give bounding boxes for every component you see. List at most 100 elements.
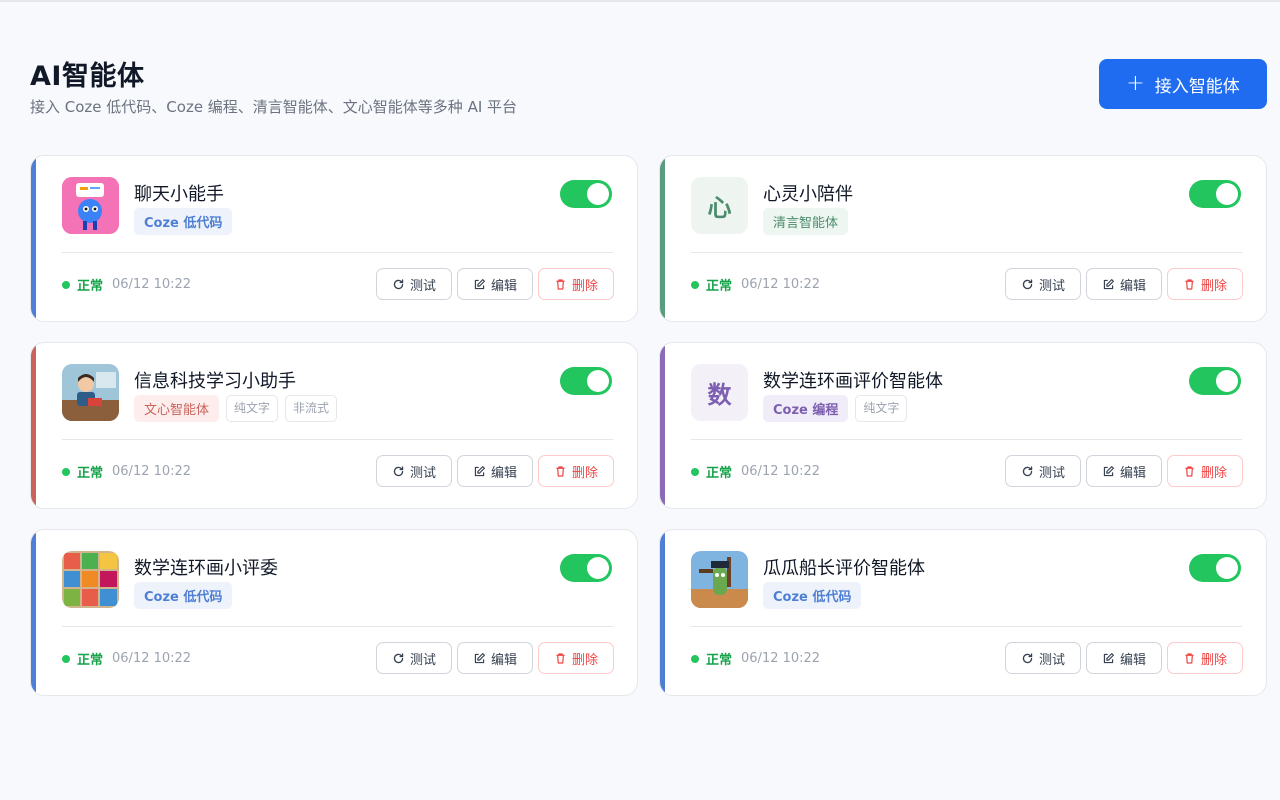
refresh-icon xyxy=(1022,278,1033,289)
status-time: 06/12 10:22 xyxy=(741,651,821,666)
card-accent-stripe xyxy=(660,343,665,508)
delete-button[interactable]: 删除 xyxy=(538,455,614,487)
refresh-icon xyxy=(1022,652,1033,663)
delete-button[interactable]: 删除 xyxy=(538,268,614,300)
platform-tag: 清言智能体 xyxy=(763,208,849,235)
agent-card: 瓜瓜船长评价智能体 Coze 低代码 正常 06/12 10:22 测试 编辑 xyxy=(659,529,1267,696)
platform-tag: Coze 低代码 xyxy=(134,582,233,609)
edit-button[interactable]: 编辑 xyxy=(457,642,533,674)
delete-button[interactable]: 删除 xyxy=(1167,268,1243,300)
delete-button[interactable]: 删除 xyxy=(538,642,614,674)
refresh-icon xyxy=(393,278,404,289)
agent-status: 正常 06/12 10:22 xyxy=(62,275,191,294)
test-button[interactable]: 测试 xyxy=(376,455,452,487)
card-divider xyxy=(691,252,1242,253)
toggle-knob xyxy=(1216,183,1238,205)
edit-button[interactable]: 编辑 xyxy=(457,268,533,300)
trash-icon xyxy=(556,278,565,290)
card-accent-stripe xyxy=(31,530,36,695)
card-actions: 测试 编辑 删除 xyxy=(376,268,614,300)
edit-button[interactable]: 编辑 xyxy=(1086,642,1162,674)
edit-label: 编辑 xyxy=(1119,465,1146,481)
status-text: 正常 xyxy=(77,653,104,668)
agent-enable-toggle[interactable] xyxy=(560,554,612,582)
test-label: 测试 xyxy=(409,465,436,481)
toggle-knob xyxy=(1216,370,1238,392)
toggle-knob xyxy=(587,370,609,392)
agent-name: 信息科技学习小助手 xyxy=(134,371,296,392)
agent-status: 正常 06/12 10:22 xyxy=(62,649,191,668)
delete-label: 删除 xyxy=(571,278,598,294)
agent-tags: Coze 低代码 xyxy=(134,208,233,235)
edit-button[interactable]: 编辑 xyxy=(1086,268,1162,300)
edit-icon xyxy=(1103,652,1114,663)
card-divider xyxy=(62,252,613,253)
status-time: 06/12 10:22 xyxy=(112,464,192,479)
status-time: 06/12 10:22 xyxy=(741,464,821,479)
test-button[interactable]: 测试 xyxy=(376,268,452,300)
test-button[interactable]: 测试 xyxy=(1005,642,1081,674)
agent-tags: 清言智能体 xyxy=(763,208,849,235)
card-divider xyxy=(691,626,1242,627)
agent-enable-toggle[interactable] xyxy=(1189,554,1241,582)
status-text: 正常 xyxy=(706,279,733,294)
delete-button[interactable]: 删除 xyxy=(1167,455,1243,487)
edit-label: 编辑 xyxy=(490,465,517,481)
page-title: AI智能体 xyxy=(30,61,145,92)
card-divider xyxy=(62,439,613,440)
delete-label: 删除 xyxy=(1200,278,1227,294)
trash-icon xyxy=(556,652,565,664)
status-dot-icon xyxy=(62,654,70,663)
agent-enable-toggle[interactable] xyxy=(1189,180,1241,208)
status-text: 正常 xyxy=(706,653,733,668)
platform-tag: Coze 编程 xyxy=(763,395,849,422)
test-label: 测试 xyxy=(1038,652,1065,668)
agent-avatar: 心 xyxy=(691,177,748,234)
refresh-icon xyxy=(393,652,404,663)
agent-enable-toggle[interactable] xyxy=(1189,367,1241,395)
content-type-tag: 纯文字 xyxy=(855,395,908,422)
agent-name: 瓜瓜船长评价智能体 xyxy=(763,558,925,579)
agent-card: 数学连环画小评委 Coze 低代码 正常 06/12 10:22 测试 编辑 删… xyxy=(30,529,638,696)
delete-button[interactable]: 删除 xyxy=(1167,642,1243,674)
edit-icon xyxy=(1103,278,1114,289)
test-button[interactable]: 测试 xyxy=(1005,455,1081,487)
toggle-knob xyxy=(587,183,609,205)
agent-card: 聊天小能手 Coze 低代码 正常 06/12 10:22 测试 编辑 删除 xyxy=(30,155,638,322)
test-button[interactable]: 测试 xyxy=(376,642,452,674)
delete-label: 删除 xyxy=(1200,652,1227,668)
refresh-icon xyxy=(1022,465,1033,476)
test-button[interactable]: 测试 xyxy=(1005,268,1081,300)
card-accent-stripe xyxy=(660,530,665,695)
status-text: 正常 xyxy=(77,466,104,481)
edit-icon xyxy=(474,278,485,289)
edit-button[interactable]: 编辑 xyxy=(457,455,533,487)
agent-status: 正常 06/12 10:22 xyxy=(691,275,820,294)
delete-label: 删除 xyxy=(1200,465,1227,481)
card-actions: 测试 编辑 删除 xyxy=(376,455,614,487)
status-text: 正常 xyxy=(77,279,104,294)
page-subtitle: 接入 Coze 低代码、Coze 编程、清言智能体、文心智能体等多种 AI 平台 xyxy=(30,98,518,116)
agent-card: 数 数学连环画评价智能体 Coze 编程 纯文字 正常 06/12 10:22 … xyxy=(659,342,1267,509)
toggle-knob xyxy=(587,557,609,579)
trash-icon xyxy=(1185,652,1194,664)
agent-card: 信息科技学习小助手 文心智能体 纯文字 非流式 正常 06/12 10:22 测… xyxy=(30,342,638,509)
edit-label: 编辑 xyxy=(490,652,517,668)
agent-avatar: 数 xyxy=(691,364,748,421)
edit-button[interactable]: 编辑 xyxy=(1086,455,1162,487)
platform-tag: Coze 低代码 xyxy=(763,582,862,609)
card-actions: 测试 编辑 删除 xyxy=(1005,642,1243,674)
add-agent-button[interactable]: + 接入智能体 xyxy=(1099,59,1267,109)
agent-enable-toggle[interactable] xyxy=(560,180,612,208)
robot-chat-icon xyxy=(62,177,119,234)
agent-enable-toggle[interactable] xyxy=(560,367,612,395)
card-accent-stripe xyxy=(31,343,36,508)
agent-tags: Coze 编程 纯文字 xyxy=(763,395,908,422)
test-label: 测试 xyxy=(409,652,436,668)
delete-label: 删除 xyxy=(571,652,598,668)
agent-tags: Coze 低代码 xyxy=(134,582,233,609)
card-accent-stripe xyxy=(660,156,665,321)
edit-label: 编辑 xyxy=(1119,652,1146,668)
agent-name: 数学连环画评价智能体 xyxy=(763,371,943,392)
status-dot-icon xyxy=(62,280,70,289)
